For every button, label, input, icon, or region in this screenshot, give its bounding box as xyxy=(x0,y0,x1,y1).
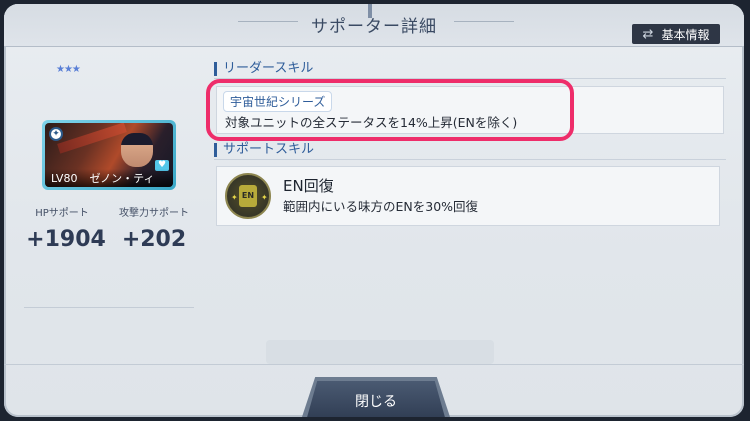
unit-level: LV80 xyxy=(51,171,78,185)
left-divider xyxy=(24,307,194,308)
rank-badge-icon: ✦ xyxy=(49,127,63,141)
unit-stars: ★★★ xyxy=(56,64,81,75)
weapon-art xyxy=(57,123,127,154)
attack-support-label-text: 攻撃力サポート xyxy=(119,208,189,219)
shuffle-icon: ⇄ xyxy=(642,26,654,42)
attack-support-label: 攻撃力サポート xyxy=(112,204,196,219)
attack-support-value: +202 xyxy=(121,227,187,252)
en-icon-label: EN xyxy=(239,185,257,207)
en-recovery-icon: EN ✦ ✦ xyxy=(225,173,271,219)
support-skill-rule xyxy=(214,159,726,160)
footer-rule xyxy=(4,364,744,365)
support-skill-heading: サポートスキル xyxy=(214,143,314,157)
support-skill-name: EN回復 xyxy=(283,177,334,195)
unit-footer: LV80 ゼノン・ティ xyxy=(45,169,173,187)
title-bar: サポーター詳細 ⇄ 基本情報 xyxy=(4,4,744,47)
close-button[interactable]: 閉じる xyxy=(306,381,446,417)
basic-info-button[interactable]: ⇄ 基本情報 xyxy=(632,24,720,44)
unit-name: ゼノン・ティ xyxy=(89,172,155,185)
leader-skill-heading: リーダースキル xyxy=(214,62,313,76)
background-ghost-bar xyxy=(266,340,494,364)
hp-support-label: HPサポート xyxy=(26,204,98,219)
spark-icon: ✦ xyxy=(231,193,238,202)
supporter-detail-dialog: サポーター詳細 ⇄ 基本情報 ✦ ♥ LV80 ゼノン・ティ ★★★ HPサポー… xyxy=(4,4,744,417)
hp-support-label-text: HPサポート xyxy=(35,208,89,219)
basic-info-label: 基本情報 xyxy=(661,27,710,42)
support-skill-description: 範囲内にいる味方のENを30%回復 xyxy=(283,199,479,214)
spark-icon: ✦ xyxy=(261,193,268,202)
unit-card[interactable]: ✦ ♥ LV80 ゼノン・ティ xyxy=(42,120,176,190)
unit-portrait: ✦ ♥ LV80 ゼノン・ティ xyxy=(45,123,173,187)
hp-support-value: +1904 xyxy=(26,227,106,252)
highlight-annotation xyxy=(206,79,574,141)
character-art xyxy=(121,133,153,167)
support-skill-panel: EN ✦ ✦ EN回復 範囲内にいる味方のENを30%回復 xyxy=(216,166,720,226)
